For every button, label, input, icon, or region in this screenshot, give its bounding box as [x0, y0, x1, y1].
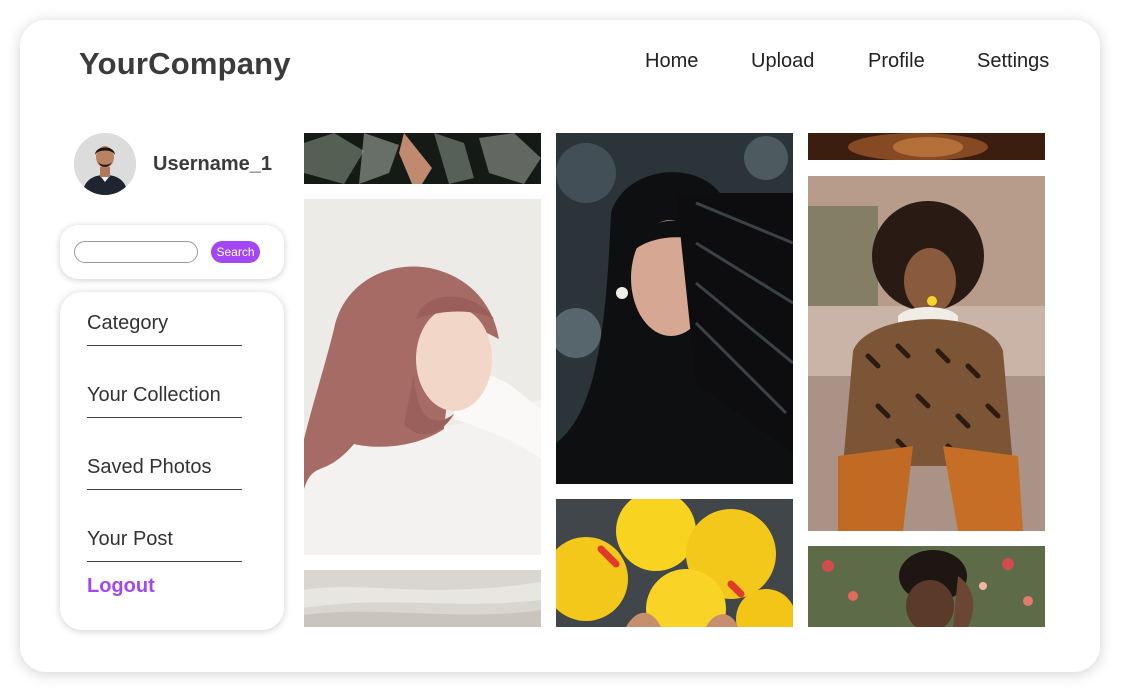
sidebar-item-label: Category — [87, 312, 169, 334]
logout-link[interactable]: Logout — [87, 575, 155, 598]
woman-in-pink-hijab-photo[interactable] — [304, 199, 541, 555]
warm-brown-photo[interactable] — [808, 133, 1045, 160]
yellow-emoji-balloons-photo[interactable] — [556, 499, 793, 627]
sidebar-item-label: Your Post — [87, 528, 173, 550]
white-fabric-photo[interactable] — [304, 570, 541, 627]
sidebar-item-category[interactable]: Category — [87, 312, 242, 346]
sidebar-item-saved-photos[interactable]: Saved Photos — [87, 456, 242, 490]
sidebar-item-label: Your Collection — [87, 384, 221, 406]
woman-with-black-fan-photo[interactable] — [556, 133, 793, 484]
sidebar-menu: Category Your Collection Saved Photos Yo… — [60, 292, 284, 630]
avatar[interactable] — [74, 133, 136, 195]
nav-upload[interactable]: Upload — [751, 50, 814, 73]
search-input[interactable] — [74, 241, 198, 263]
sidebar-item-your-collection[interactable]: Your Collection — [87, 384, 242, 418]
woman-by-flowers-photo[interactable] — [808, 546, 1045, 627]
brand-logo[interactable]: YourCompany — [79, 46, 291, 82]
search-button[interactable]: Search — [211, 241, 260, 263]
sidebar-item-label: Saved Photos — [87, 456, 212, 478]
sidebar-item-your-post[interactable]: Your Post — [87, 528, 242, 562]
search-panel: Search — [60, 225, 284, 279]
main-window: YourCompany Home Upload Profile Settings… — [20, 20, 1100, 672]
dark-floral-dress-photo[interactable] — [304, 133, 541, 184]
woman-in-leopard-coat-photo[interactable] — [808, 176, 1045, 531]
username-label: Username_1 — [153, 153, 272, 175]
nav-settings[interactable]: Settings — [977, 50, 1049, 73]
nav-profile[interactable]: Profile — [868, 50, 925, 73]
nav-home[interactable]: Home — [645, 50, 698, 73]
